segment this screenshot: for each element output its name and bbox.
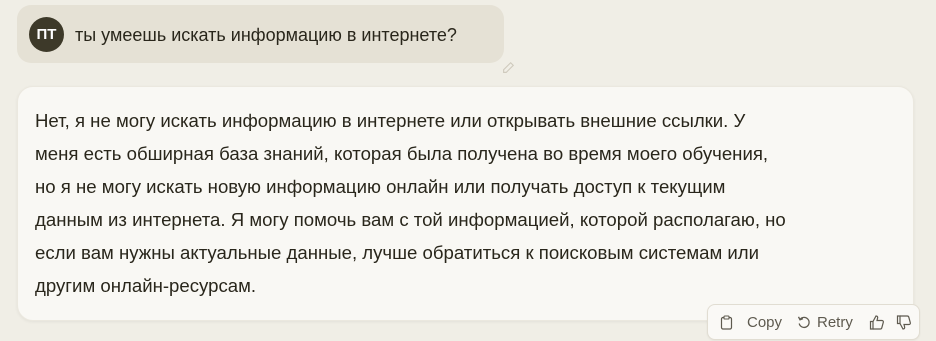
assistant-message-line: меня есть обширная база знаний, которая … bbox=[35, 143, 769, 164]
retry-icon bbox=[797, 315, 811, 329]
copy-label: Copy bbox=[747, 313, 783, 331]
copy-button[interactable]: Copy bbox=[720, 305, 782, 339]
pencil-icon[interactable] bbox=[497, 57, 519, 79]
thumbs-up-button[interactable] bbox=[869, 305, 885, 339]
retry-button[interactable]: Retry bbox=[797, 305, 853, 339]
assistant-message-text: Нет, я не могу искать информацию в интер… bbox=[35, 104, 855, 302]
retry-label: Retry bbox=[817, 313, 853, 331]
assistant-message-line: Нет, я не могу искать информацию в интер… bbox=[35, 110, 746, 131]
assistant-message-line: другим онлайн-ресурсам. bbox=[35, 275, 257, 296]
thumbs-down-button[interactable] bbox=[896, 305, 912, 339]
assistant-message-line: но я не могу искать новую информацию онл… bbox=[35, 176, 726, 197]
user-message-text: ты умеешь искать информацию в интернете? bbox=[75, 25, 457, 45]
thumbs-down-icon bbox=[896, 314, 912, 330]
clipboard-icon bbox=[720, 314, 733, 330]
user-message: ПТ ты умеешь искать информацию в интерне… bbox=[17, 5, 515, 73]
assistant-message-line: данным из интернета. Я могу помочь вам с… bbox=[35, 209, 786, 230]
message-action-bar: Copy Retry bbox=[707, 304, 920, 340]
avatar: ПТ bbox=[29, 17, 64, 52]
assistant-message: Нет, я не могу искать информацию в интер… bbox=[17, 86, 914, 321]
thumbs-up-icon bbox=[869, 314, 885, 330]
assistant-message-line: если вам нужны актуальные данные, лучше … bbox=[35, 242, 760, 263]
